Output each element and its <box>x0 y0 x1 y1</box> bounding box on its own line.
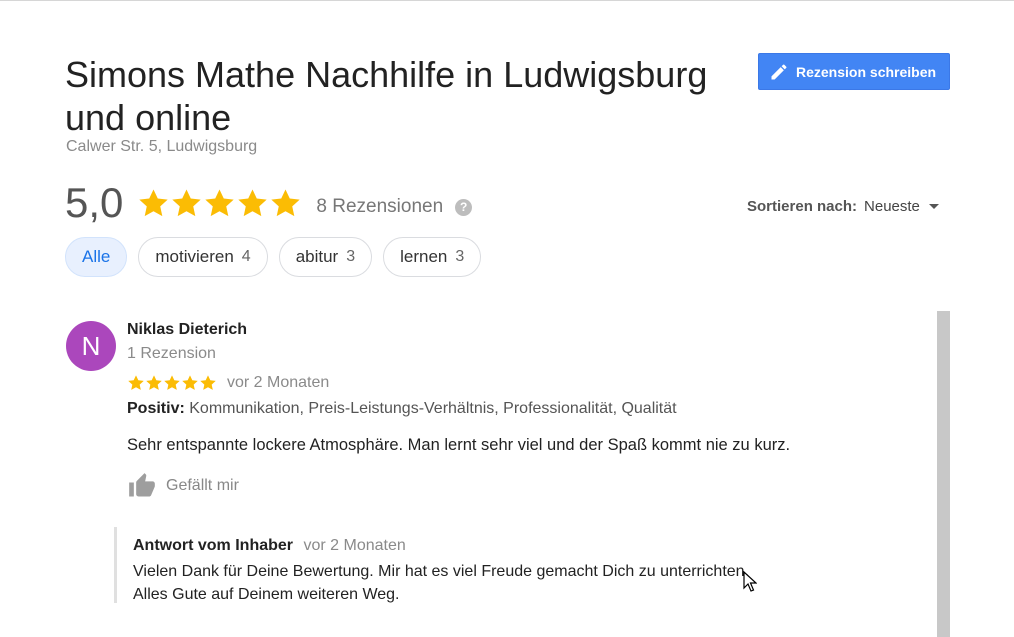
reviewer-name[interactable]: Niklas Dieterich <box>127 321 247 339</box>
write-review-label: Rezension schreiben <box>796 63 937 80</box>
filter-chip-label: abitur <box>295 247 339 266</box>
filter-chip-motivieren[interactable]: motivieren 4 <box>138 237 268 277</box>
filter-chip-label: motivieren <box>155 247 234 266</box>
owner-reply-line: Alles Gute auf Deinem weiteren Weg. <box>133 586 400 603</box>
star-icon <box>164 375 180 390</box>
reviewer-review-count: 1 Rezension <box>127 345 216 362</box>
filter-chip-label: lernen <box>400 247 448 266</box>
review-rating-row: vor 2 Monaten <box>127 374 329 392</box>
review-stars <box>127 374 217 392</box>
star-icon <box>200 375 216 390</box>
owner-reply-time: vor 2 Monaten <box>303 537 406 554</box>
top-divider <box>0 0 1014 1</box>
caret-down-icon[interactable] <box>928 204 939 209</box>
sort-label: Sortieren nach: <box>747 198 858 215</box>
star-icon <box>128 375 144 390</box>
help-icon[interactable]: ? <box>455 198 473 216</box>
positive-text: Kommunikation, Preis-Leistungs-Verhältni… <box>189 400 677 417</box>
pencil-icon <box>771 63 787 79</box>
filter-chip-count: 3 <box>455 248 465 265</box>
write-review-button[interactable]: Rezension schreiben <box>758 53 950 90</box>
star-icon <box>182 375 198 390</box>
positive-label: Positiv: <box>127 400 185 417</box>
sort-value[interactable]: Neueste <box>864 198 920 215</box>
owner-reply-line: Vielen Dank für Deine Bewertung. Mir hat… <box>133 563 750 580</box>
sort-dropdown[interactable]: Sortieren nach: Neueste <box>747 198 939 215</box>
like-button[interactable]: Gefällt mir <box>127 472 239 500</box>
filter-chip-count: 4 <box>241 248 251 265</box>
owner-reply-text: Vielen Dank für Deine Bewertung. Mir hat… <box>133 560 793 606</box>
filter-chip-alle[interactable]: Alle <box>65 237 128 277</box>
rating-stars <box>137 187 302 220</box>
avatar[interactable]: N <box>66 321 116 371</box>
like-label: Gefällt mir <box>166 477 239 494</box>
star-icon <box>139 188 169 216</box>
review-time: vor 2 Monaten <box>227 374 330 391</box>
business-address: Calwer Str. 5, Ludwigsburg <box>66 138 258 155</box>
filter-chip-count: 3 <box>346 248 356 265</box>
star-icon <box>146 375 162 390</box>
thumbs-up-icon <box>129 473 155 497</box>
average-score: 5,0 <box>65 179 124 226</box>
star-icon <box>271 188 301 216</box>
owner-reply: Antwort vom Inhaber vor 2 Monaten Vielen… <box>114 527 797 603</box>
star-icon <box>238 188 268 216</box>
filter-chip-lernen[interactable]: lernen 3 <box>383 237 482 277</box>
reviews-scrollbar[interactable] <box>937 311 950 637</box>
owner-reply-header: Antwort vom Inhaber vor 2 Monaten <box>133 537 406 555</box>
review-text: Sehr entspannte lockere Atmosphäre. Man … <box>127 436 791 454</box>
positive-aspects: Positiv: Kommunikation, Preis-Leistungs-… <box>127 400 677 418</box>
filter-chip-abitur[interactable]: abitur 3 <box>278 237 373 277</box>
star-icon <box>205 188 235 216</box>
mouse-cursor-icon <box>743 571 757 592</box>
page-title: Simons Mathe Nachhilfe in Ludwigsburg un… <box>65 54 708 138</box>
owner-reply-title: Antwort vom Inhaber <box>133 537 294 554</box>
filter-chip-label: Alle <box>82 247 111 266</box>
review-count[interactable]: 8 Rezensionen <box>316 196 443 218</box>
topic-filter-chips: Alle motivieren 4 abitur 3 lernen 3 <box>65 237 492 277</box>
rating-summary: 5,0 8 Rezensionen ? <box>65 178 473 228</box>
star-icon <box>172 188 202 216</box>
